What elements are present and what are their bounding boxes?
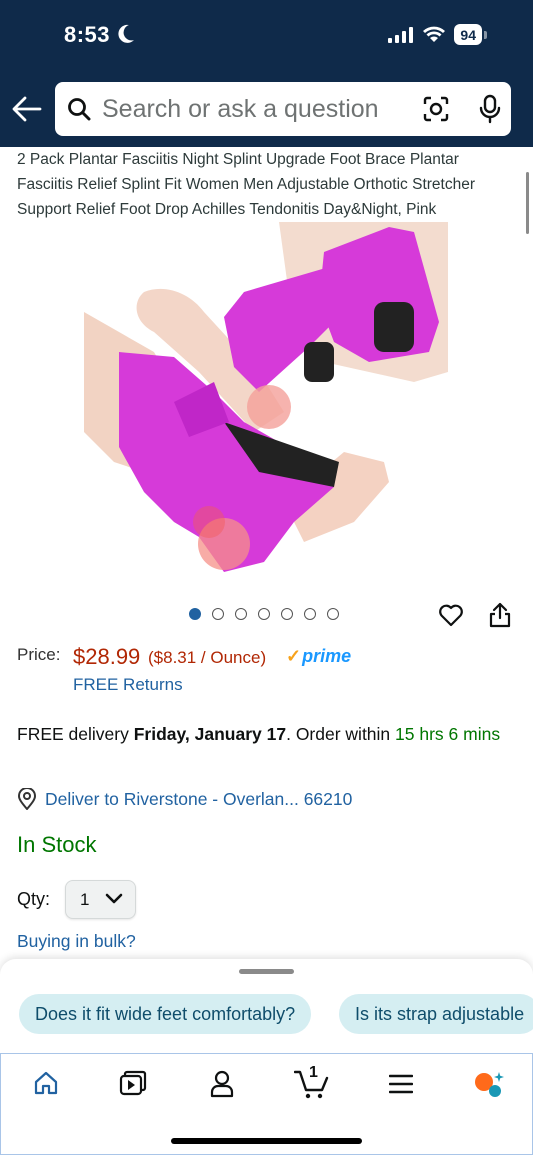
prime-label: prime <box>302 646 352 666</box>
chevron-down-icon <box>105 893 123 904</box>
microphone-icon[interactable] <box>479 94 501 124</box>
home-indicator[interactable] <box>171 1138 362 1144</box>
search-bar[interactable]: Search or ask a question <box>55 82 511 136</box>
account-icon[interactable] <box>209 1070 235 1098</box>
back-arrow-icon[interactable] <box>12 96 42 122</box>
delivery-info: FREE delivery Friday, January 17. Order … <box>17 722 507 747</box>
status-time: 8:53 <box>64 22 111 47</box>
carousel-dot[interactable] <box>281 608 293 620</box>
signal-icon <box>388 26 414 43</box>
search-icon <box>68 98 91 121</box>
share-icon[interactable] <box>489 602 511 628</box>
heart-icon[interactable] <box>438 602 464 628</box>
search-input[interactable]: Search or ask a question <box>102 95 379 124</box>
menu-icon[interactable] <box>389 1074 413 1094</box>
cart-button[interactable]: 1 <box>293 1064 330 1102</box>
delivery-middle: . Order within <box>286 724 396 744</box>
battery-tip <box>484 30 487 39</box>
carousel-dot[interactable] <box>189 608 201 620</box>
wifi-icon <box>423 26 446 42</box>
quantity-select[interactable]: 1 <box>65 880 136 919</box>
rufus-icon[interactable] <box>473 1070 505 1100</box>
delivery-countdown: 15 hrs 6 mins <box>395 724 501 744</box>
delivery-prefix: FREE delivery <box>17 724 134 744</box>
carousel-dot[interactable] <box>212 608 224 620</box>
price-label: Price: <box>17 645 61 664</box>
suggestion-chip[interactable]: Is its strap adjustable <box>339 994 533 1034</box>
free-returns-link[interactable]: FREE Returns <box>73 675 183 695</box>
quantity-label: Qty: <box>17 889 51 909</box>
buying-in-bulk-link[interactable]: Buying in bulk? <box>17 931 136 952</box>
product-price: $28.99 <box>73 644 141 669</box>
video-icon[interactable] <box>119 1070 147 1098</box>
scrollbar[interactable] <box>526 172 529 234</box>
camera-scan-icon[interactable] <box>423 96 449 122</box>
product-image[interactable] <box>84 222 448 586</box>
suggestion-chip[interactable]: Does it fit wide feet comfortably? <box>19 994 312 1034</box>
home-icon[interactable] <box>33 1070 59 1096</box>
prime-badge: ✓prime <box>286 646 351 667</box>
carousel-dot[interactable] <box>258 608 270 620</box>
carousel-dot[interactable] <box>327 608 339 620</box>
status-icons: 94 <box>388 24 487 45</box>
carousel-dot[interactable] <box>235 608 247 620</box>
unit-price: ($8.31 / Ounce) <box>148 648 267 667</box>
image-carousel-dots[interactable] <box>189 608 339 620</box>
prime-check-icon: ✓ <box>286 646 302 666</box>
quantity-value: 1 <box>80 889 90 909</box>
stock-status: In Stock <box>17 832 97 857</box>
delivery-date: Friday, January 17 <box>133 724 287 744</box>
carousel-dot[interactable] <box>304 608 316 620</box>
location-pin-icon[interactable] <box>17 788 37 810</box>
app-header: 8:53 94 Search or ask a question <box>0 0 533 147</box>
battery-indicator: 94 <box>454 24 482 45</box>
sheet-grabber[interactable] <box>239 969 294 974</box>
deliver-to-link[interactable]: Deliver to Riverstone - Overlan... 66210 <box>45 789 352 810</box>
suggestions-sheet: Does it fit wide feet comfortably? Is it… <box>0 959 533 1053</box>
moon-icon <box>118 24 134 43</box>
cart-count: 1 <box>309 1064 318 1081</box>
product-title: 2 Pack Plantar Fasciitis Night Splint Up… <box>17 151 475 218</box>
